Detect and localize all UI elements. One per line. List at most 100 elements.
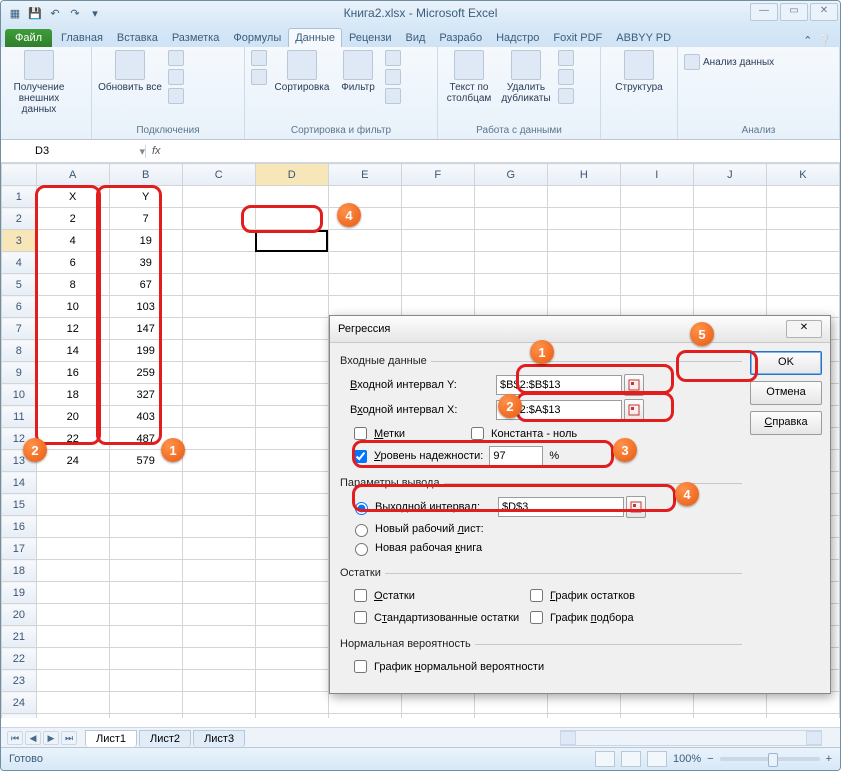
cell-B4[interactable]: 39: [109, 252, 182, 274]
minimize-button[interactable]: —: [750, 3, 778, 21]
cell-A7[interactable]: 12: [36, 318, 109, 340]
cell-C21[interactable]: [182, 626, 255, 648]
cell-D20[interactable]: [255, 604, 328, 626]
sheet-tab-3[interactable]: Лист3: [193, 730, 245, 747]
cell-C2[interactable]: [182, 208, 255, 230]
cell-A17[interactable]: [36, 538, 109, 560]
text-to-columns-button[interactable]: Текст по столбцам: [444, 50, 494, 104]
col-header-G[interactable]: G: [474, 164, 547, 186]
col-header-K[interactable]: K: [766, 164, 839, 186]
connections-button[interactable]: [168, 50, 184, 66]
cell-K3[interactable]: [766, 230, 839, 252]
row-header-6[interactable]: 6: [2, 296, 37, 318]
cell-C13[interactable]: [182, 450, 255, 472]
cell-I5[interactable]: [620, 274, 693, 296]
view-break-button[interactable]: [647, 751, 667, 767]
help-icon[interactable]: ❔: [818, 34, 832, 47]
qat-undo[interactable]: ↶: [47, 5, 63, 21]
cell-K2[interactable]: [766, 208, 839, 230]
tab-формулы[interactable]: Формулы: [226, 28, 288, 47]
cell-B7[interactable]: 147: [109, 318, 182, 340]
cell-E4[interactable]: [328, 252, 401, 274]
cell-D3[interactable]: [255, 230, 328, 252]
tab-вид[interactable]: Вид: [399, 28, 433, 47]
cell-G1[interactable]: [474, 186, 547, 208]
qat-redo[interactable]: ↷: [67, 5, 83, 21]
row-header-1[interactable]: 1: [2, 186, 37, 208]
cell-C20[interactable]: [182, 604, 255, 626]
row-header-7[interactable]: 7: [2, 318, 37, 340]
cell-C23[interactable]: [182, 670, 255, 692]
cell-K24[interactable]: [766, 692, 839, 714]
cell-H4[interactable]: [547, 252, 620, 274]
cell-B10[interactable]: 327: [109, 384, 182, 406]
cell-J1[interactable]: [693, 186, 766, 208]
cell-B17[interactable]: [109, 538, 182, 560]
cell-A15[interactable]: [36, 494, 109, 516]
cell-D12[interactable]: [255, 428, 328, 450]
cell-J24[interactable]: [693, 692, 766, 714]
fit-plot-checkbox[interactable]: [530, 611, 543, 624]
col-header-I[interactable]: I: [620, 164, 693, 186]
zoom-out-button[interactable]: −: [707, 753, 713, 765]
tab-главная[interactable]: Главная: [54, 28, 110, 47]
cell-B11[interactable]: 403: [109, 406, 182, 428]
cell-F3[interactable]: [401, 230, 474, 252]
tab-надстро[interactable]: Надстро: [489, 28, 546, 47]
cell-I2[interactable]: [620, 208, 693, 230]
cell-A9[interactable]: 16: [36, 362, 109, 384]
advanced-filter-button[interactable]: [385, 88, 401, 104]
cell-B15[interactable]: [109, 494, 182, 516]
cell-D18[interactable]: [255, 560, 328, 582]
cell-B2[interactable]: 7: [109, 208, 182, 230]
col-header-H[interactable]: H: [547, 164, 620, 186]
qat-save[interactable]: 💾: [27, 5, 43, 21]
cell-C10[interactable]: [182, 384, 255, 406]
cell-G24[interactable]: [474, 692, 547, 714]
whatif-button[interactable]: [558, 88, 574, 104]
zoom-slider[interactable]: [720, 757, 820, 761]
data-analysis-button[interactable]: Анализ данных: [684, 54, 774, 70]
cell-F2[interactable]: [401, 208, 474, 230]
cell-B1[interactable]: Y: [109, 186, 182, 208]
view-normal-button[interactable]: [595, 751, 615, 767]
tab-foxit pdf[interactable]: Foxit PDF: [546, 28, 609, 47]
sheet-nav-prev[interactable]: ◀: [25, 731, 41, 745]
row-header-15[interactable]: 15: [2, 494, 37, 516]
cell-B16[interactable]: [109, 516, 182, 538]
row-header-3[interactable]: 3: [2, 230, 37, 252]
cell-A12[interactable]: 22: [36, 428, 109, 450]
row-header-8[interactable]: 8: [2, 340, 37, 362]
cell-D5[interactable]: [255, 274, 328, 296]
normal-plot-checkbox[interactable]: [354, 660, 367, 673]
sort-az-button[interactable]: [251, 50, 267, 66]
cell-A14[interactable]: [36, 472, 109, 494]
filter-button[interactable]: Фильтр: [337, 50, 379, 93]
cell-E3[interactable]: [328, 230, 401, 252]
cell-J3[interactable]: [693, 230, 766, 252]
input-y-field[interactable]: [496, 375, 622, 395]
cell-J4[interactable]: [693, 252, 766, 274]
cell-J5[interactable]: [693, 274, 766, 296]
sheet-tab-1[interactable]: Лист1: [85, 730, 137, 747]
cell-C19[interactable]: [182, 582, 255, 604]
help-button[interactable]: Справка: [750, 411, 822, 435]
cell-B24[interactable]: [109, 692, 182, 714]
ref-select-icon[interactable]: [624, 374, 644, 396]
remove-duplicates-button[interactable]: Удалить дубликаты: [500, 50, 552, 104]
select-all-corner[interactable]: [2, 164, 37, 186]
outline-button[interactable]: Структура: [607, 50, 671, 93]
row-header-2[interactable]: 2: [2, 208, 37, 230]
cell-B8[interactable]: 199: [109, 340, 182, 362]
sheet-tab-2[interactable]: Лист2: [139, 730, 191, 747]
cell-A21[interactable]: [36, 626, 109, 648]
cell-C14[interactable]: [182, 472, 255, 494]
ref-select-icon[interactable]: [624, 399, 644, 421]
col-header-C[interactable]: C: [182, 164, 255, 186]
cell-C24[interactable]: [182, 692, 255, 714]
cell-J2[interactable]: [693, 208, 766, 230]
cell-H25[interactable]: [547, 714, 620, 719]
row-header-17[interactable]: 17: [2, 538, 37, 560]
zoom-level[interactable]: 100%: [673, 753, 701, 765]
cell-F1[interactable]: [401, 186, 474, 208]
